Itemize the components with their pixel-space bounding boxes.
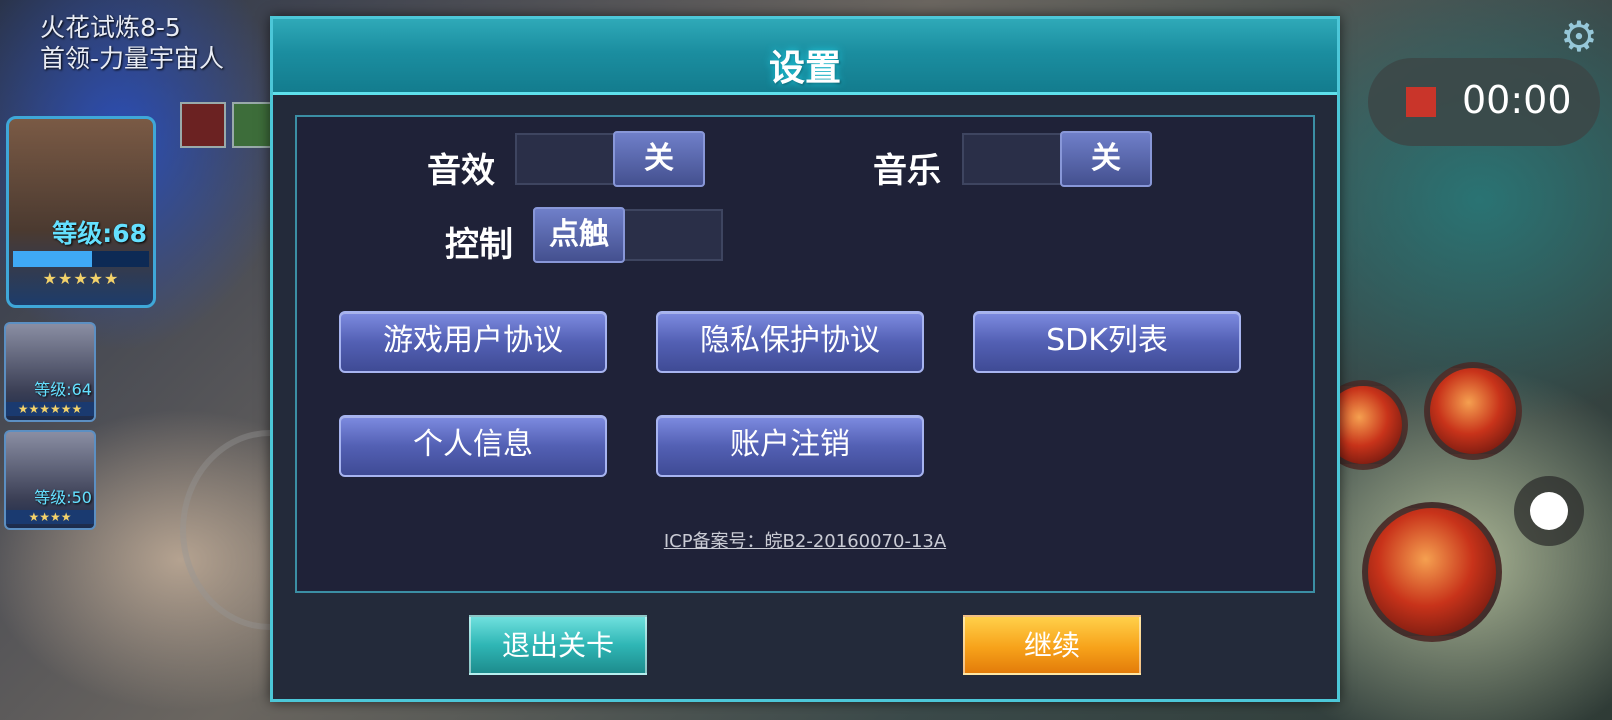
hero-level: 等级:50	[34, 488, 92, 507]
icp-link[interactable]: ICP备案号：皖B2-20160070-13A	[297, 527, 1313, 553]
music-label: 音乐	[873, 151, 941, 191]
hero-card[interactable]: 等级:64 ★★★★★★	[4, 322, 96, 422]
stage-info: 火花试炼8-5 首领-力量宇宙人	[40, 12, 224, 74]
dialog-header: 设置	[273, 19, 1337, 95]
toggle-knob[interactable]: 关	[613, 131, 705, 187]
settings-panel: 音效 关 音乐 关 控制 点触 游戏用户协议 隐私保护协议 SDK列表 个人信息…	[295, 115, 1315, 593]
hero-stars: ★★★★★★	[6, 402, 94, 416]
toggle-knob[interactable]: 点触	[533, 207, 625, 263]
screen-recorder[interactable]: 00:00	[1368, 58, 1600, 146]
hero-hp-bar	[13, 251, 149, 267]
toggle-knob[interactable]: 关	[1060, 131, 1152, 187]
dialog-title: 设置	[768, 48, 841, 89]
control-label: 控制	[445, 225, 513, 265]
sdk-list-button[interactable]: SDK列表	[973, 311, 1241, 373]
hero-level: 等级:68	[52, 219, 147, 248]
buff-icon	[180, 102, 226, 148]
hero-card[interactable]: 等级:50 ★★★★	[4, 430, 96, 530]
stop-icon[interactable]	[1406, 87, 1436, 117]
user-agreement-button[interactable]: 游戏用户协议	[339, 311, 607, 373]
hero-stars: ★★★★★	[42, 269, 120, 288]
attack-button[interactable]	[1362, 502, 1502, 642]
account-cancel-button[interactable]: 账户注销	[656, 415, 924, 477]
hero-card-active[interactable]: 等级:68 ★★★★★	[6, 116, 156, 308]
settings-dialog: 设置 音效 关 音乐 关 控制 点触 游戏用户协议 隐私保护协议 SDK列表 个…	[270, 16, 1340, 702]
gear-icon[interactable]: ⚙	[1556, 14, 1602, 60]
privacy-policy-button[interactable]: 隐私保护协议	[656, 311, 924, 373]
skill-button[interactable]	[1424, 362, 1522, 460]
hero-stars: ★★★★	[6, 510, 94, 524]
sound-effect-label: 音效	[427, 151, 495, 191]
recorder-time: 00:00	[1462, 78, 1572, 122]
continue-button[interactable]: 继续	[963, 615, 1141, 675]
boss-name: 首领-力量宇宙人	[40, 44, 225, 73]
music-toggle[interactable]: 关	[962, 131, 1152, 187]
personal-info-button[interactable]: 个人信息	[339, 415, 607, 477]
hero-level: 等级:64	[34, 380, 92, 399]
dodge-button[interactable]	[1514, 476, 1584, 546]
sound-effect-toggle[interactable]: 关	[515, 131, 705, 187]
exit-stage-button[interactable]: 退出关卡	[469, 615, 647, 675]
control-toggle[interactable]: 点触	[533, 207, 723, 263]
stage-name: 火花试炼8-5	[40, 13, 181, 42]
